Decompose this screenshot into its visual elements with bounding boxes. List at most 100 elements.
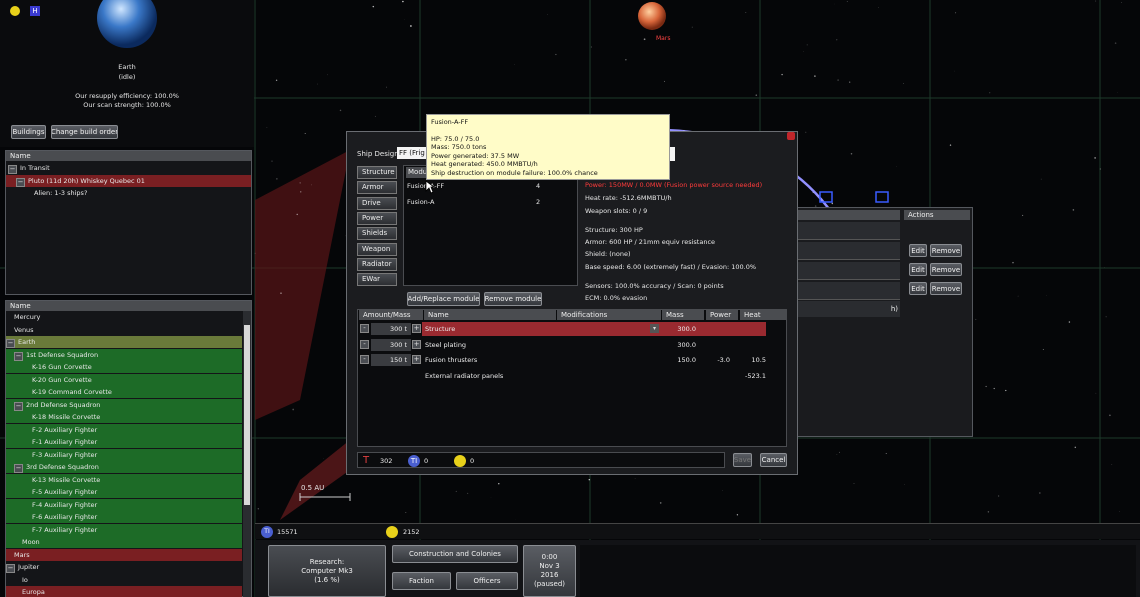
category-armor-button[interactable]: Armor xyxy=(357,181,397,195)
category-power-button[interactable]: Power xyxy=(357,211,397,225)
remove-module-button[interactable]: Remove module xyxy=(484,292,542,306)
category-shields-button[interactable]: Shields xyxy=(357,227,397,241)
module-list-item[interactable]: Fusion-A 2 xyxy=(404,196,579,208)
edit-button[interactable]: Edit xyxy=(909,244,927,257)
decrease-amount-button[interactable]: - xyxy=(360,339,369,349)
table-header-modifications[interactable]: Modifications xyxy=(557,310,661,320)
transit-alien[interactable]: Alien: 1-3 ships? xyxy=(6,187,251,199)
research-cost-icon: TI xyxy=(408,455,420,467)
earth-planet[interactable] xyxy=(96,0,158,48)
edit-button[interactable]: Edit xyxy=(909,282,927,295)
time-control-button[interactable]: 0:00 Nov 3 2016 (paused) xyxy=(523,545,576,597)
tree-item[interactable]: F-4 Auxiliary Fighter xyxy=(6,498,242,511)
increase-amount-button[interactable]: + xyxy=(412,339,421,349)
tree-item[interactable]: Moon xyxy=(6,536,242,548)
table-header-heat[interactable]: Heat xyxy=(740,310,786,320)
decrease-amount-button[interactable]: - xyxy=(360,355,369,364)
tree-item[interactable]: F-3 Auxiliary Fighter xyxy=(6,448,242,461)
table-header-name[interactable]: Name xyxy=(424,310,556,320)
officers-button[interactable]: Officers xyxy=(456,572,518,590)
tree-item[interactable]: −2nd Defense Squadron xyxy=(6,398,242,411)
tree-item[interactable]: F-5 Auxiliary Fighter xyxy=(6,486,242,498)
collapse-icon[interactable]: − xyxy=(8,165,17,174)
change-build-order-button[interactable]: Change build order xyxy=(51,125,118,139)
cost-credits: 0 xyxy=(470,457,475,465)
remove-button[interactable]: Remove xyxy=(930,282,962,295)
tree-item[interactable]: − Earth xyxy=(6,336,242,348)
tree-item[interactable]: K-19 Command Corvette xyxy=(6,386,242,398)
add-replace-module-button[interactable]: Add/Replace module xyxy=(407,292,480,306)
edit-button[interactable]: Edit xyxy=(909,263,927,276)
tree-item[interactable]: F-2 Auxiliary Fighter xyxy=(6,423,242,436)
tree-item[interactable]: Mercury xyxy=(6,311,242,323)
decrease-amount-button[interactable]: - xyxy=(360,324,369,333)
actions-row-partial[interactable]: h) xyxy=(796,301,900,317)
actions-row[interactable] xyxy=(796,282,900,300)
category-radiator-button[interactable]: Radiator xyxy=(357,257,397,271)
category-ewar-button[interactable]: EWar xyxy=(357,273,397,287)
collapse-icon[interactable]: − xyxy=(6,564,15,573)
category-structure-button[interactable]: Structure xyxy=(357,166,397,179)
collapse-icon[interactable]: − xyxy=(14,351,23,361)
collapse-icon[interactable]: − xyxy=(14,401,23,411)
tree-item[interactable]: −3rd Defense Squadron xyxy=(6,461,242,473)
modification-dropdown-icon[interactable]: ▾ xyxy=(650,324,659,333)
tree-item[interactable]: K-13 Missile Corvette xyxy=(6,473,242,486)
save-button[interactable]: Save xyxy=(733,453,752,467)
tree-item[interactable]: F-7 Auxiliary Fighter xyxy=(6,523,242,536)
tree-item[interactable]: Venus xyxy=(6,324,242,336)
actions-row[interactable] xyxy=(796,242,900,260)
table-header-power[interactable]: Power xyxy=(706,310,738,320)
tree-item[interactable]: Io xyxy=(6,574,242,586)
research-button[interactable]: Research: Computer Mk3 (1.6 %) xyxy=(268,545,386,597)
tree-item-label: Mercury xyxy=(14,313,41,321)
amount-field[interactable]: 150 t xyxy=(371,354,411,366)
collapse-icon[interactable]: − xyxy=(16,178,25,187)
row-name: External radiator panels xyxy=(425,371,504,380)
increase-amount-button[interactable]: + xyxy=(412,324,421,333)
table-row[interactable]: -300 t + Steel plating 300.0 xyxy=(358,338,788,352)
fleet-marker[interactable] xyxy=(875,191,889,203)
table-row[interactable]: -150 t + Fusion thrusters 150.0 -3.0 10.5 xyxy=(358,353,788,367)
amount-field[interactable]: 300 t xyxy=(371,323,411,335)
category-drive-button[interactable]: Drive xyxy=(357,196,397,210)
tree-item[interactable]: Europa xyxy=(6,586,242,597)
construction-colonies-button[interactable]: Construction and Colonies xyxy=(392,545,518,563)
close-icon[interactable] xyxy=(787,132,795,140)
buildings-button[interactable]: Buildings xyxy=(11,125,46,139)
tree-item[interactable]: − Jupiter xyxy=(6,561,242,573)
remove-button[interactable]: Remove xyxy=(930,263,962,276)
design-select[interactable]: FF (Frig xyxy=(397,147,429,159)
table-row[interactable]: ▾ -300 t + Structure 300.0 xyxy=(358,322,788,336)
actions-row[interactable] xyxy=(796,222,900,240)
row-heat: -523.1 xyxy=(745,371,766,380)
amount-field[interactable]: 300 t xyxy=(371,338,411,351)
tree-item-label: F-5 Auxiliary Fighter xyxy=(32,488,98,496)
tree-item[interactable]: Mars xyxy=(6,548,242,561)
category-weapon-button[interactable]: Weapon xyxy=(357,242,397,256)
planet-info-panel: H Earth (idle) Our resupply efficiency: … xyxy=(0,0,254,147)
increase-amount-button[interactable]: + xyxy=(412,355,421,364)
tree-item[interactable]: K-18 Missile Corvette xyxy=(6,411,242,423)
table-header-amount-mass[interactable]: Amount/Mass xyxy=(359,310,423,320)
table-header-mass[interactable]: Mass xyxy=(662,310,704,320)
cancel-button[interactable]: Cancel xyxy=(760,453,787,467)
transit-fleet[interactable]: − Pluto (11d 20h) Whiskey Quebec 01 xyxy=(6,175,251,187)
faction-button[interactable]: Faction xyxy=(392,572,451,590)
tree-scrollbar[interactable] xyxy=(243,311,251,597)
tree-scrollbar-thumb[interactable] xyxy=(244,325,250,505)
tree-item[interactable]: F-1 Auxiliary Fighter xyxy=(6,436,242,448)
actions-row[interactable] xyxy=(796,262,900,280)
collapse-icon[interactable]: − xyxy=(14,464,23,473)
transit-group[interactable]: − In Transit xyxy=(6,162,251,174)
tree-item[interactable]: K-16 Gun Corvette xyxy=(6,361,242,373)
tree-item[interactable]: F-6 Auxiliary Fighter xyxy=(6,511,242,523)
tree-item-label: 2nd Defense Squadron xyxy=(26,400,101,409)
collapse-icon[interactable]: − xyxy=(6,339,15,348)
mars-planet[interactable] xyxy=(638,2,666,30)
table-row[interactable]: External radiator panels -523.1 xyxy=(358,369,788,383)
tree-item[interactable]: K-20 Gun Corvette xyxy=(6,373,242,386)
tree-item-label: K-13 Missile Corvette xyxy=(32,475,101,484)
remove-button[interactable]: Remove xyxy=(930,244,962,257)
tree-item[interactable]: −1st Defense Squadron xyxy=(6,348,242,361)
